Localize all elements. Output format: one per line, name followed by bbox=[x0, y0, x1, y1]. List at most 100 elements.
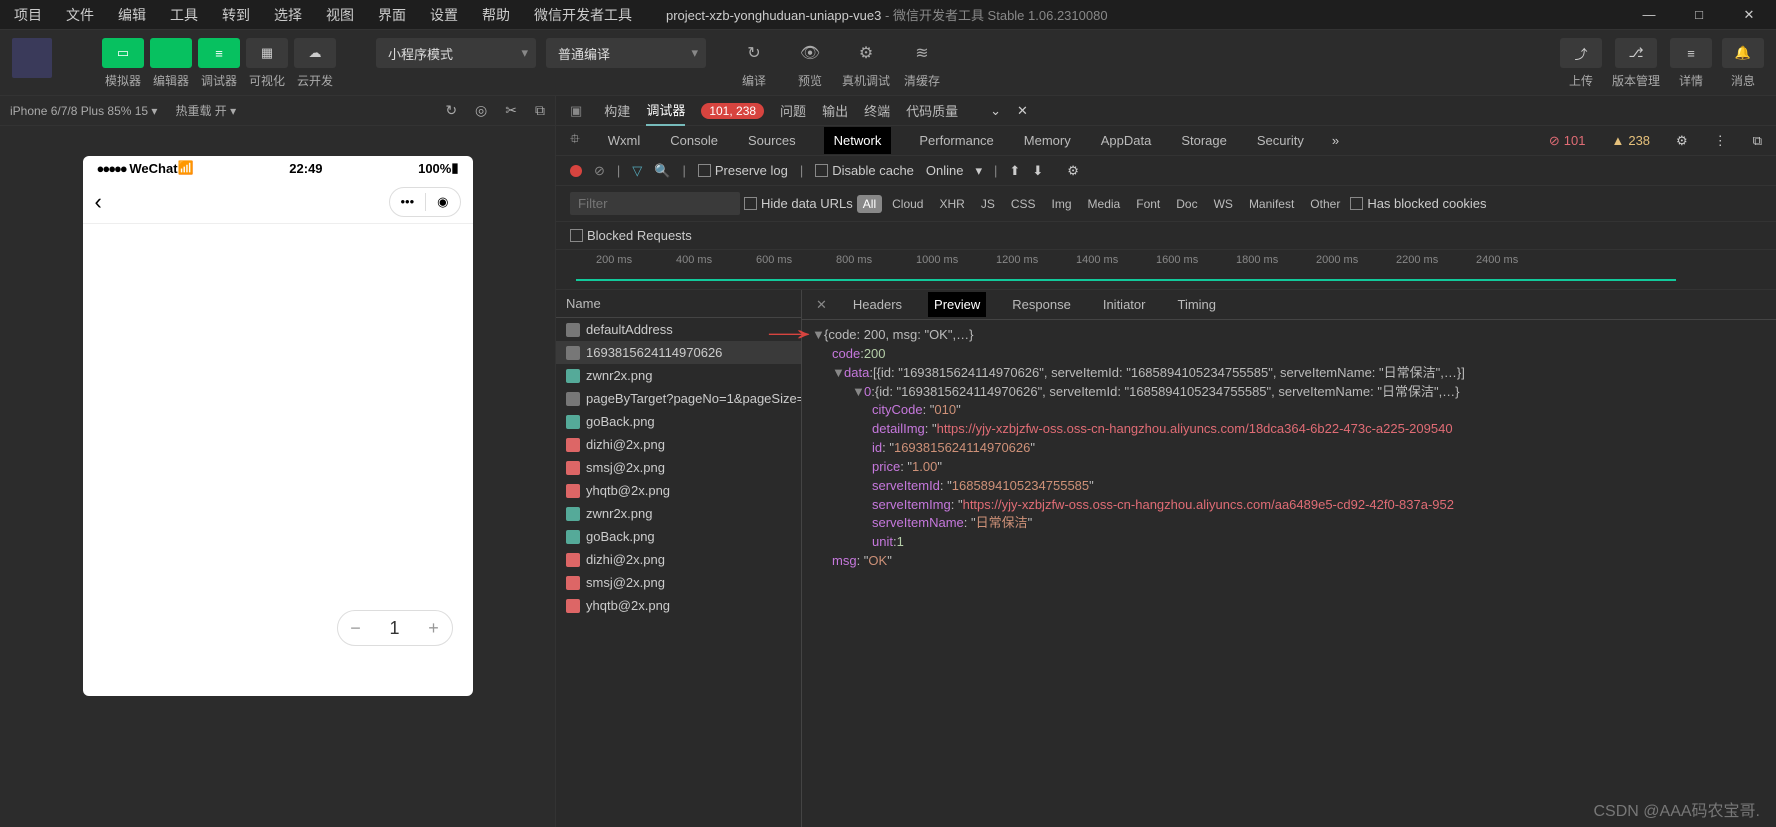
target-icon[interactable]: ◉ bbox=[437, 194, 448, 210]
close-icon[interactable]: ✕ bbox=[1017, 103, 1028, 119]
preserve-log-checkbox[interactable]: Preserve log bbox=[698, 163, 788, 178]
compile-select[interactable]: 普通编译 bbox=[546, 38, 706, 68]
chevron-down-icon[interactable]: ⌄ bbox=[990, 103, 1001, 119]
request-row[interactable]: goBack.png bbox=[556, 525, 801, 548]
filter-chip-manifest[interactable]: Manifest bbox=[1243, 195, 1300, 213]
menu-选择[interactable]: 选择 bbox=[264, 1, 312, 29]
filter-chip-js[interactable]: JS bbox=[975, 195, 1001, 213]
tab-wxml[interactable]: Wxml bbox=[606, 127, 643, 154]
dock-icon[interactable]: ▣ bbox=[570, 103, 582, 119]
hot-reload-toggle[interactable]: 热重载 开 ▾ bbox=[175, 102, 236, 119]
tab-storage[interactable]: Storage bbox=[1179, 127, 1229, 154]
menu-视图[interactable]: 视图 bbox=[316, 1, 364, 29]
cloud-button[interactable]: ☁ bbox=[294, 38, 336, 68]
device-select[interactable]: iPhone 6/7/8 Plus 85% 15 ▾ bbox=[10, 104, 157, 118]
minus-button[interactable]: − bbox=[338, 618, 374, 639]
detail-tab-timing[interactable]: Timing bbox=[1171, 292, 1222, 317]
detail-tab-preview[interactable]: Preview bbox=[928, 292, 986, 317]
filter-chip-font[interactable]: Font bbox=[1130, 195, 1166, 213]
filter-chip-all[interactable]: All bbox=[857, 195, 882, 213]
maximize-button[interactable]: □ bbox=[1676, 0, 1722, 30]
filter-icon[interactable]: ▽ bbox=[632, 163, 642, 179]
request-row[interactable]: goBack.png bbox=[556, 410, 801, 433]
close-detail-icon[interactable]: ✕ bbox=[816, 297, 827, 313]
detail-tab-initiator[interactable]: Initiator bbox=[1097, 292, 1152, 317]
gear-icon[interactable]: ⚙ bbox=[1067, 163, 1079, 179]
network-timeline[interactable]: 200 ms400 ms600 ms800 ms1000 ms1200 ms14… bbox=[556, 250, 1776, 290]
gear-icon[interactable]: ⚙ bbox=[1676, 133, 1688, 149]
request-row[interactable]: dizhi@2x.png bbox=[556, 433, 801, 456]
mode-select[interactable]: 小程序模式 bbox=[376, 38, 536, 68]
filter-chip-media[interactable]: Media bbox=[1082, 195, 1127, 213]
back-icon[interactable]: ‹ bbox=[95, 189, 102, 215]
真机调试-button[interactable]: ⚙ bbox=[851, 38, 881, 68]
request-row[interactable]: 1693815624114970626 bbox=[556, 341, 801, 364]
filter-chip-other[interactable]: Other bbox=[1304, 195, 1346, 213]
quantity-stepper[interactable]: − 1 + bbox=[337, 610, 453, 646]
avatar[interactable] bbox=[12, 38, 52, 78]
kebab-icon[interactable]: ⋮ bbox=[1714, 133, 1727, 149]
overflow-icon[interactable]: » bbox=[1332, 133, 1339, 148]
filter-chip-ws[interactable]: WS bbox=[1208, 195, 1239, 213]
clear-icon[interactable]: ⊘ bbox=[594, 163, 605, 179]
filter-chip-img[interactable]: Img bbox=[1046, 195, 1078, 213]
plus-button[interactable]: + bbox=[416, 618, 452, 639]
menu-文件[interactable]: 文件 bbox=[56, 1, 104, 29]
menu-转到[interactable]: 转到 bbox=[212, 1, 260, 29]
filter-input[interactable] bbox=[570, 192, 740, 215]
warning-count[interactable]: ▲ 238 bbox=[1611, 133, 1650, 148]
tab-network[interactable]: Network bbox=[824, 127, 892, 154]
debugger-button[interactable]: ≡ bbox=[198, 38, 240, 68]
hide-data-urls-checkbox[interactable]: Hide data URLs bbox=[744, 196, 853, 211]
tab-output[interactable]: 输出 bbox=[822, 96, 848, 125]
close-button[interactable]: ✕ bbox=[1726, 0, 1772, 30]
tab-problems[interactable]: 问题 bbox=[780, 96, 806, 125]
minimize-button[interactable]: — bbox=[1626, 0, 1672, 30]
cut-icon[interactable]: ✂ bbox=[505, 102, 517, 119]
editor-button[interactable] bbox=[150, 38, 192, 68]
request-row[interactable]: dizhi@2x.png bbox=[556, 548, 801, 571]
预览-button[interactable]: 👁 bbox=[795, 38, 825, 68]
menu-编辑[interactable]: 编辑 bbox=[108, 1, 156, 29]
menu-帮助[interactable]: 帮助 bbox=[472, 1, 520, 29]
rotate-icon[interactable]: ↻ bbox=[445, 102, 457, 119]
request-row[interactable]: yhqtb@2x.png bbox=[556, 479, 801, 502]
visual-button[interactable]: ▦ bbox=[246, 38, 288, 68]
request-row[interactable]: zwnr2x.png bbox=[556, 502, 801, 525]
filter-chip-cloud[interactable]: Cloud bbox=[886, 195, 929, 213]
blocked-cookies-checkbox[interactable]: Has blocked cookies bbox=[1350, 196, 1486, 211]
tab-performance[interactable]: Performance bbox=[917, 127, 995, 154]
filter-chip-doc[interactable]: Doc bbox=[1170, 195, 1203, 213]
throttle-select[interactable]: Online bbox=[926, 163, 964, 178]
capsule-menu[interactable]: ••• ◉ bbox=[389, 187, 461, 217]
request-row[interactable]: zwnr2x.png bbox=[556, 364, 801, 387]
more-icon[interactable]: ••• bbox=[401, 194, 415, 209]
上传-button[interactable]: ⤴ bbox=[1560, 38, 1602, 68]
download-icon[interactable]: ⬇ bbox=[1032, 163, 1043, 179]
request-row[interactable]: yhqtb@2x.png bbox=[556, 594, 801, 617]
record-button[interactable] bbox=[570, 165, 582, 177]
filter-chip-xhr[interactable]: XHR bbox=[933, 195, 970, 213]
upload-icon[interactable]: ⬆ bbox=[1009, 163, 1020, 179]
request-row[interactable]: defaultAddress bbox=[556, 318, 801, 341]
tab-build[interactable]: 构建 bbox=[604, 96, 630, 125]
详情-button[interactable]: ≡ bbox=[1670, 38, 1712, 68]
tab-appdata[interactable]: AppData bbox=[1099, 127, 1154, 154]
request-row[interactable]: pageByTarget?pageNo=1&pageSize=... bbox=[556, 387, 801, 410]
detach-icon[interactable]: ⧉ bbox=[1753, 133, 1762, 149]
tab-sources[interactable]: Sources bbox=[746, 127, 798, 154]
menu-工具[interactable]: 工具 bbox=[160, 1, 208, 29]
menu-微信开发者工具[interactable]: 微信开发者工具 bbox=[524, 1, 642, 29]
popup-icon[interactable]: ⧉ bbox=[535, 102, 545, 119]
清缓存-button[interactable]: ≋ bbox=[907, 38, 937, 68]
request-row[interactable]: smsj@2x.png bbox=[556, 571, 801, 594]
menu-设置[interactable]: 设置 bbox=[420, 1, 468, 29]
tab-console[interactable]: Console bbox=[668, 127, 720, 154]
record-icon[interactable]: ◎ bbox=[475, 102, 487, 119]
menu-项目[interactable]: 项目 bbox=[4, 1, 52, 29]
inspect-icon[interactable]: ⯐ bbox=[570, 130, 580, 152]
tab-debugger[interactable]: 调试器 bbox=[646, 95, 685, 126]
search-icon[interactable]: 🔍 bbox=[654, 163, 670, 179]
blocked-requests-checkbox[interactable]: Blocked Requests bbox=[570, 228, 1762, 243]
menu-界面[interactable]: 界面 bbox=[368, 1, 416, 29]
